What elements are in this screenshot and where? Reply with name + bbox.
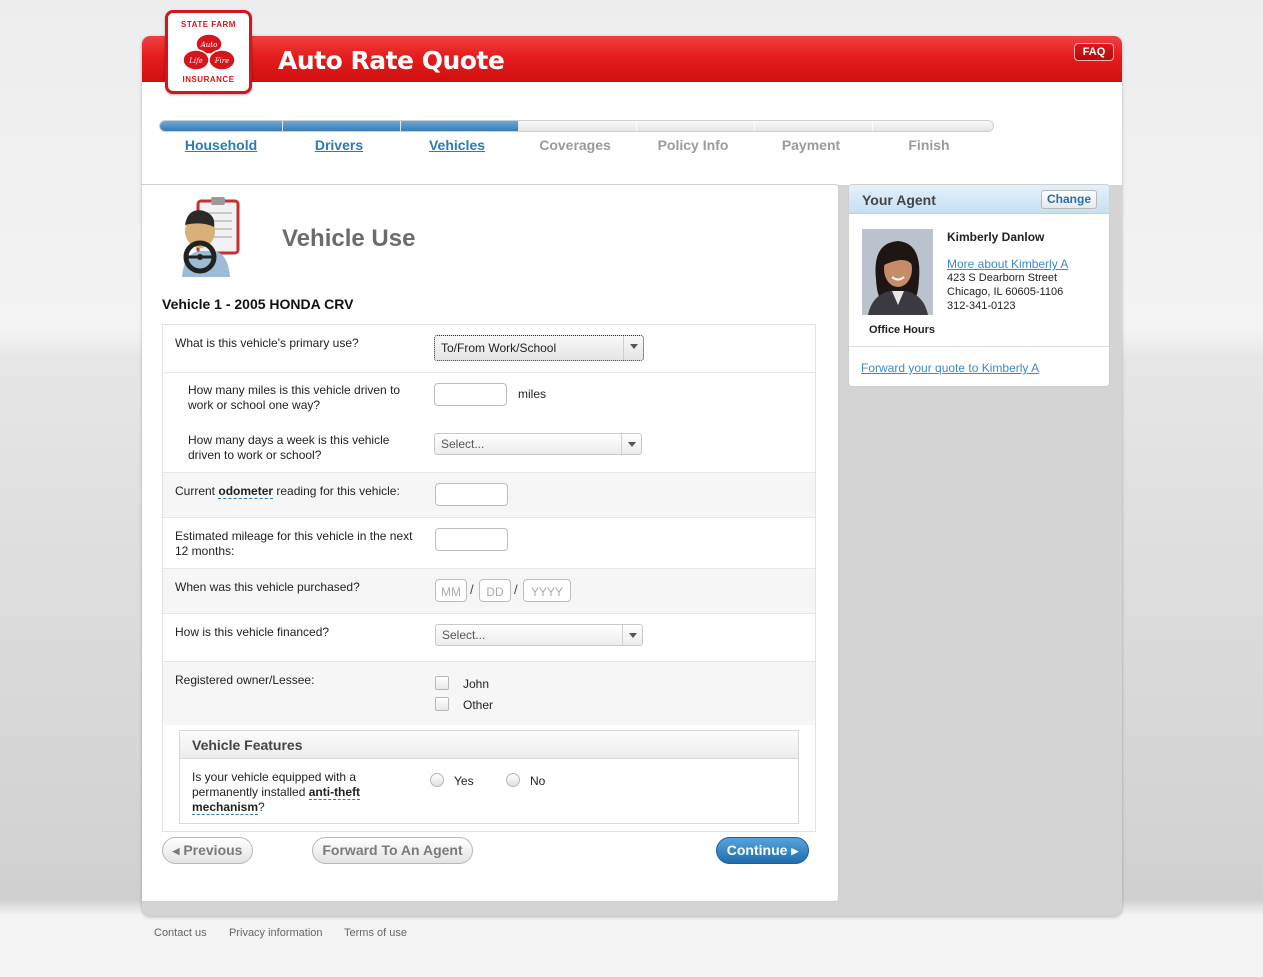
progress-step-payment: Payment — [781, 137, 841, 153]
state-farm-logo[interactable]: STATE FARM Auto Life Fire INSURANCE — [165, 10, 252, 94]
logo-ring-auto: Auto — [200, 41, 218, 49]
financed-question: How is this vehicle financed? — [175, 625, 330, 639]
estimated-mileage-input[interactable] — [435, 528, 508, 551]
estimated-mileage-question: Estimated mileage for this vehicle in th… — [175, 529, 413, 558]
odometer-input[interactable] — [435, 483, 508, 506]
row-financed: How is this vehicle financed? Select... — [163, 614, 815, 662]
row-estimated-mileage: Estimated mileage for this vehicle in th… — [163, 518, 815, 569]
header-bar: Auto Rate Quote FAQ — [142, 36, 1122, 82]
chevron-right-icon: ▶ — [791, 846, 799, 856]
footer-contact-link[interactable]: Contact us — [154, 927, 207, 939]
chevron-down-icon — [623, 336, 643, 360]
continue-label: Continue — [726, 842, 788, 858]
antitheft-yes-radio[interactable] — [430, 773, 444, 787]
footer-privacy-link[interactable]: Privacy information — [229, 927, 323, 939]
logo-rings-icon: Auto Life Fire — [182, 33, 236, 71]
vehicle-use-form: What is this vehicle's primary use? To/F… — [162, 324, 816, 832]
agent-address1: 423 S Dearborn Street — [947, 272, 1058, 284]
odometer-question-prefix: Current — [175, 484, 219, 498]
previous-label: Previous — [183, 842, 243, 858]
antitheft-no-radio[interactable] — [506, 773, 520, 787]
vehicle-features-heading: Vehicle Features — [180, 731, 798, 759]
progress-step-drivers[interactable]: Drivers — [280, 137, 398, 153]
antitheft-no-label[interactable]: No — [530, 774, 545, 788]
office-hours-label[interactable]: Office Hours — [869, 324, 935, 336]
agent-more-link[interactable]: More about Kimberly A — [947, 257, 1068, 271]
financed-value: Select... — [442, 628, 486, 642]
logo-ring-life: Life — [188, 57, 203, 65]
row-odometer: Current odometer reading for this vehicl… — [163, 473, 815, 518]
financed-select[interactable]: Select... — [435, 624, 643, 646]
logo-text-top: STATE FARM — [181, 20, 236, 29]
agent-name: Kimberly Danlow — [947, 230, 1045, 244]
footer-terms-link[interactable]: Terms of use — [344, 927, 407, 939]
driver-clipboard-icon — [182, 197, 240, 277]
date-separator: / — [470, 582, 474, 597]
agent-phone: 312-341-0123 — [947, 300, 1016, 312]
owner-john-label[interactable]: John — [463, 677, 489, 691]
miles-input[interactable] — [434, 383, 507, 406]
app-shell: Auto Rate Quote FAQ Household Drivers Vehi… — [142, 36, 1122, 916]
progress-step-finish: Finish — [908, 137, 950, 153]
vehicle-features-section: Vehicle Features Is your vehicle equippe… — [179, 730, 799, 824]
progress-bar — [159, 120, 994, 132]
chevron-down-icon — [622, 625, 642, 645]
miles-unit: miles — [518, 387, 547, 401]
row-days-per-week: How many days a week is this vehicle dri… — [163, 423, 815, 473]
odometer-term-link[interactable]: odometer — [218, 484, 274, 499]
continue-button[interactable]: Continue ▶ — [716, 837, 809, 864]
primary-use-value: To/From Work/School — [441, 341, 557, 355]
logo-text-bottom: INSURANCE — [182, 75, 235, 84]
progress-step-coverages: Coverages — [539, 137, 611, 153]
owner-other-checkbox[interactable] — [435, 697, 449, 711]
progress-step-policy-info: Policy Info — [657, 137, 729, 153]
purchase-month-input[interactable]: MM — [435, 579, 467, 602]
agent-divider — [849, 346, 1109, 347]
registered-owner-question: Registered owner/Lessee: — [175, 673, 315, 687]
faq-button[interactable]: FAQ — [1074, 43, 1114, 61]
owner-other-label[interactable]: Other — [463, 698, 493, 712]
owner-john-checkbox[interactable] — [435, 676, 449, 690]
previous-button[interactable]: ◀ Previous — [162, 837, 253, 864]
date-separator: / — [514, 582, 518, 597]
progress-step-vehicles[interactable]: Vehicles — [398, 137, 516, 153]
antitheft-question-suffix: ? — [258, 800, 265, 814]
agent-portrait-image — [862, 229, 933, 315]
row-primary-use: What is this vehicle's primary use? To/F… — [163, 325, 815, 373]
agent-panel-header: Your Agent Change — [849, 185, 1109, 214]
days-per-week-value: Select... — [441, 437, 485, 451]
agent-photo — [862, 229, 933, 315]
row-miles: How many miles is this vehicle driven to… — [163, 373, 815, 423]
main-panel: Vehicle Use Vehicle 1 - 2005 HONDA CRV W… — [142, 184, 839, 902]
purchase-day-input[interactable]: DD — [479, 579, 511, 602]
odometer-question: Current odometer reading for this vehicl… — [175, 484, 425, 499]
forward-quote-link[interactable]: Forward your quote to Kimberly A — [861, 361, 1039, 375]
agent-address2: Chicago, IL 60605-1106 — [947, 286, 1064, 298]
progress-area: Household Drivers Vehicles Coverages Policy … — [142, 82, 1122, 185]
vehicle-label: Vehicle 1 - 2005 HONDA CRV — [162, 296, 354, 312]
app-title: Auto Rate Quote — [278, 46, 505, 75]
primary-use-question: What is this vehicle's primary use? — [175, 336, 359, 350]
odometer-question-suffix: reading for this vehicle: — [273, 484, 400, 498]
page-title: Vehicle Use — [282, 225, 416, 252]
days-question: How many days a week is this vehicle dri… — [188, 433, 390, 462]
antitheft-yes-label[interactable]: Yes — [454, 774, 474, 788]
primary-use-select[interactable]: To/From Work/School — [434, 335, 644, 361]
chevron-left-icon: ◀ — [172, 846, 180, 856]
row-registered-owner: Registered owner/Lessee: John Other — [163, 662, 815, 725]
agent-panel: Your Agent Change Kimberly Danlow More a… — [848, 184, 1110, 387]
miles-question: How many miles is this vehicle driven to… — [188, 383, 401, 412]
progress-step-household[interactable]: Household — [162, 137, 280, 153]
forward-to-agent-button[interactable]: Forward To An Agent — [312, 837, 473, 864]
days-per-week-select[interactable]: Select... — [434, 433, 642, 455]
progress-fill — [160, 121, 520, 131]
antitheft-question: Is your vehicle equipped with a permanen… — [192, 770, 382, 815]
chevron-down-icon — [621, 434, 641, 454]
change-agent-button[interactable]: Change — [1041, 190, 1097, 209]
purchased-question: When was this vehicle purchased? — [175, 580, 360, 594]
agent-heading: Your Agent — [862, 192, 936, 208]
purchase-year-input[interactable]: YYYY — [523, 579, 571, 602]
row-purchased-date: When was this vehicle purchased? MM / DD… — [163, 569, 815, 614]
logo-ring-fire: Fire — [214, 57, 230, 65]
